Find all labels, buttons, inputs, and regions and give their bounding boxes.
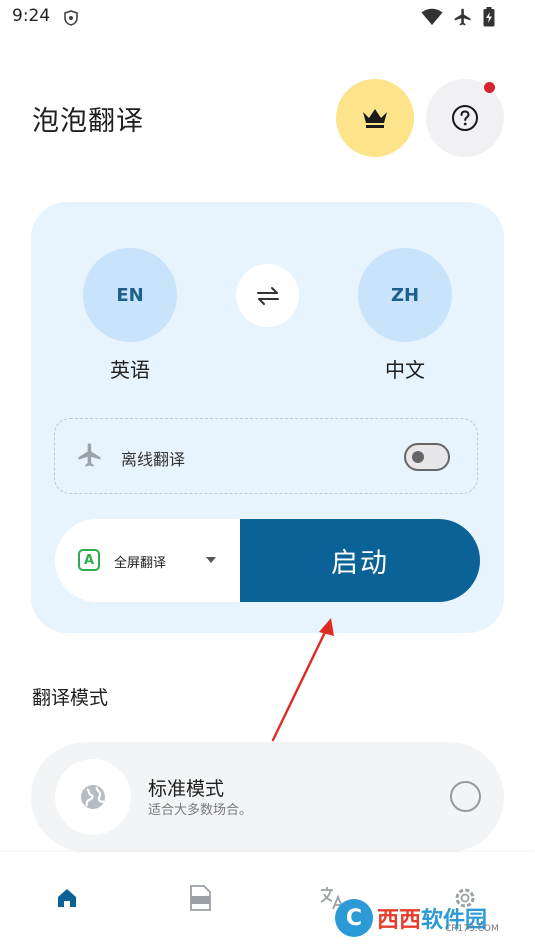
airplane-icon xyxy=(78,443,101,467)
watermark-text-a: 西西 xyxy=(377,908,422,933)
mode-radio[interactable] xyxy=(450,781,481,812)
home-icon xyxy=(58,889,76,907)
premium-button[interactable] xyxy=(336,79,414,157)
mode-name: 标准模式 xyxy=(148,778,225,800)
nav-home[interactable] xyxy=(53,884,81,912)
start-button[interactable]: 启动 xyxy=(240,519,480,602)
airplane-mode-icon xyxy=(454,8,471,26)
source-language-button[interactable]: EN xyxy=(83,248,177,342)
watermark-sub: CR173.COM xyxy=(445,924,499,934)
offline-toggle[interactable] xyxy=(404,443,450,471)
status-time: 9:24 xyxy=(12,6,51,26)
toggle-knob xyxy=(412,451,424,463)
swap-languages-button[interactable] xyxy=(236,264,299,327)
swap-arrows-icon xyxy=(256,286,279,305)
target-language-button[interactable]: ZH xyxy=(358,248,452,342)
notification-dot xyxy=(484,82,495,93)
offline-translation-label: 离线翻译 xyxy=(121,450,186,469)
section-title: 翻译模式 xyxy=(32,687,109,709)
watermark-logo: C 西西 软件园 CR173.COM xyxy=(335,896,515,940)
target-language-code: ZH xyxy=(390,284,420,306)
translation-mode-label: 全屏翻译 xyxy=(114,556,167,571)
crown-icon xyxy=(363,109,387,128)
status-icons xyxy=(421,7,495,27)
globe-icon xyxy=(81,785,105,809)
battery-charging-icon xyxy=(483,7,495,27)
source-language-code: EN xyxy=(116,284,144,306)
question-mark-icon xyxy=(452,105,478,131)
pdf-icon xyxy=(190,885,211,911)
target-language-name: 中文 xyxy=(385,358,425,382)
page-title: 泡泡翻译 xyxy=(32,106,144,137)
mode-description: 适合大多数场合。 xyxy=(148,803,253,818)
nav-pdf[interactable] xyxy=(186,884,214,912)
mode-icon-wrap xyxy=(55,759,131,835)
chevron-down-icon xyxy=(206,557,216,563)
wifi-icon xyxy=(421,8,443,25)
watermark-mark: C xyxy=(335,899,373,937)
start-button-label: 启动 xyxy=(331,548,389,579)
fullscreen-mode-icon: A xyxy=(78,549,100,571)
annotation-arrow-icon xyxy=(271,618,334,742)
source-language-name: 英语 xyxy=(110,358,150,382)
shield-icon xyxy=(64,10,78,26)
